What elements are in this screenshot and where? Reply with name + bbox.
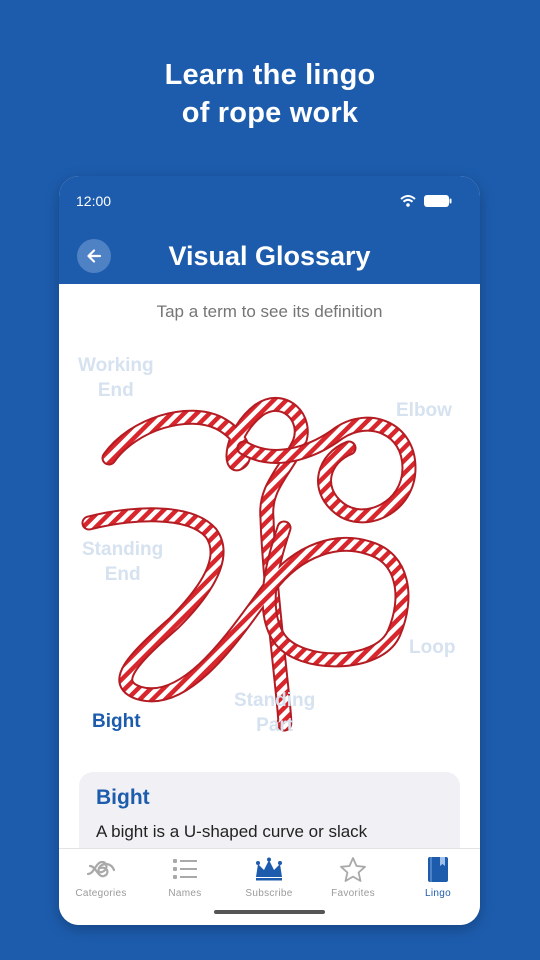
term-working-end-line2: End [97, 380, 134, 401]
definition-title: Bight [96, 786, 150, 809]
nav-label-subscribe: Subscribe [245, 888, 293, 899]
nav-label-categories: Categories [75, 888, 127, 899]
nav-label-names: Names [168, 888, 202, 899]
term-standing-part[interactable]: Standing Part [234, 688, 315, 738]
instruction-text: Tap a term to see its definition [156, 302, 383, 321]
home-indicator[interactable] [214, 910, 325, 914]
app-bar: 12:00 Visual Glossary [59, 176, 480, 284]
promo-title-line2: of rope work [181, 97, 359, 129]
battery-icon [424, 195, 452, 207]
term-loop[interactable]: Loop [409, 635, 455, 660]
term-elbow[interactable]: Elbow [396, 398, 452, 423]
star-icon [338, 855, 368, 883]
term-bight-label: Bight [92, 711, 141, 732]
status-icons [400, 195, 452, 207]
definition-text: A bight is a U-shaped curve or slack [96, 822, 368, 841]
list-icon [170, 855, 200, 883]
crown-icon [254, 855, 284, 883]
promo-title: Learn the lingo of rope work [0, 56, 540, 132]
term-bight[interactable]: Bight [92, 709, 141, 734]
wifi-icon [400, 195, 416, 207]
knot-icon [86, 855, 116, 883]
promo-title-line1: Learn the lingo [164, 59, 376, 91]
nav-label-favorites: Favorites [331, 888, 375, 899]
page-title: Visual Glossary [168, 241, 371, 271]
term-standing-end[interactable]: Standing End [82, 537, 163, 587]
nav-item-subscribe[interactable]: Subscribe [227, 855, 311, 905]
nav-item-lingo[interactable]: Lingo [396, 855, 480, 905]
phone-screen: 12:00 Visual Glossary Tap a term to see … [59, 176, 480, 925]
status-time: 12:00 [76, 193, 112, 209]
term-standing-part-line1: Standing [234, 690, 316, 711]
nav-item-favorites[interactable]: Favorites [311, 855, 395, 905]
term-standing-end-line1: Standing [82, 539, 164, 560]
book-icon [423, 855, 453, 883]
term-standing-part-line2: Part [256, 715, 294, 736]
nav-item-categories[interactable]: Categories [59, 855, 143, 905]
term-working-end-line1: Working [78, 355, 154, 376]
term-elbow-label: Elbow [396, 400, 452, 421]
term-working-end[interactable]: Working End [78, 353, 154, 403]
nav-item-names[interactable]: Names [143, 855, 227, 905]
nav-label-lingo: Lingo [425, 888, 451, 899]
term-standing-end-line2: End [104, 564, 141, 585]
term-loop-label: Loop [409, 637, 456, 658]
